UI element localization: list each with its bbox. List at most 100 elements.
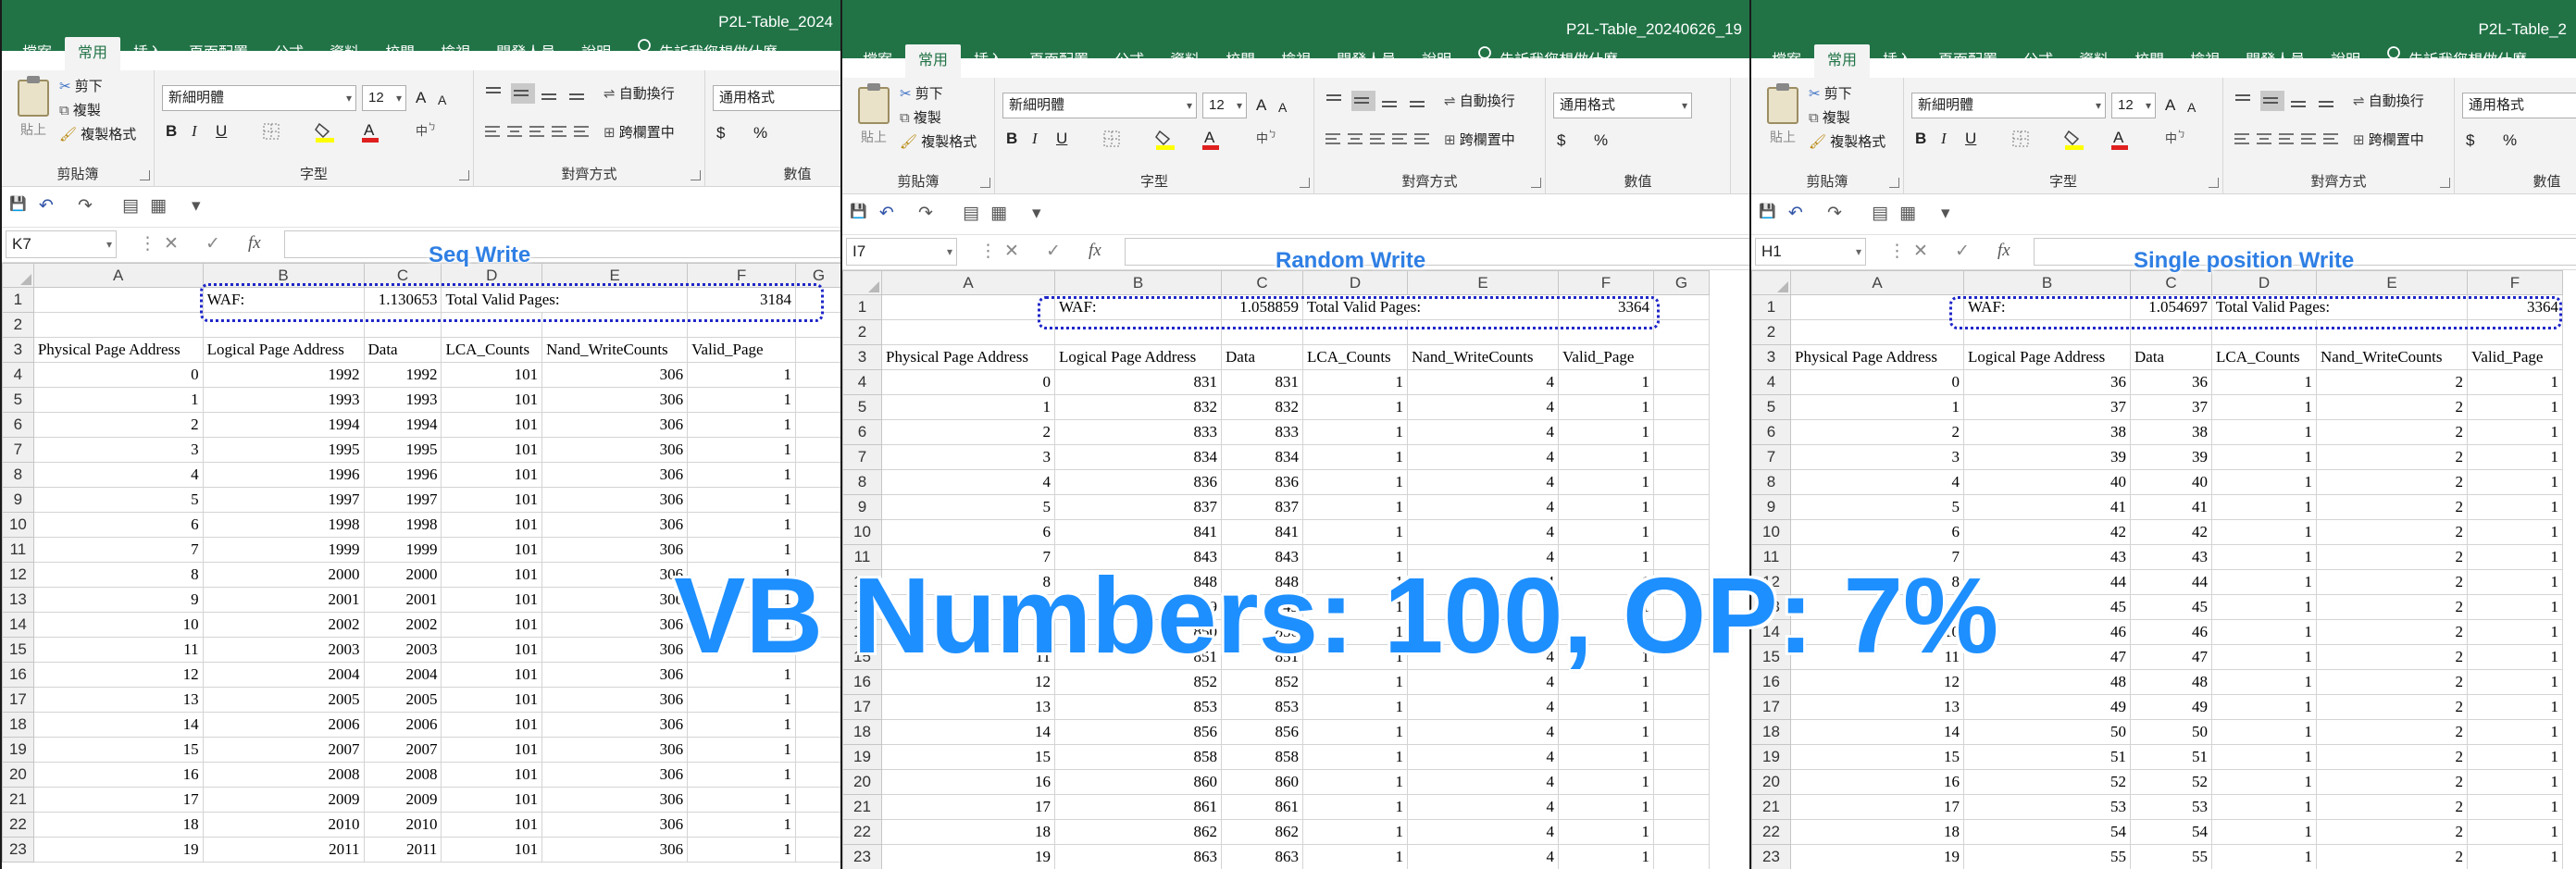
name-box[interactable]: K7 <box>6 230 117 258</box>
font-size-select[interactable]: 12 <box>2111 93 2156 118</box>
fill-color-icon[interactable] <box>2063 128 2087 150</box>
table-cell[interactable]: 52 <box>1963 769 2131 795</box>
table-cell[interactable]: 1993 <box>363 387 442 413</box>
tab-8[interactable]: 開發人員 <box>2233 44 2318 78</box>
table-header-cell[interactable]: Physical Page Address <box>1790 344 1964 370</box>
table-cell[interactable]: 101 <box>441 437 543 463</box>
table-cell[interactable]: 306 <box>541 587 689 613</box>
tell-me-search[interactable]: 告訴我您想做什麼 <box>2373 44 2527 78</box>
undo-icon[interactable]: ↶ <box>39 195 54 217</box>
row-header[interactable]: 18 <box>1751 719 1791 745</box>
cut-button[interactable]: ✂ 剪下 <box>1809 83 1852 103</box>
table-cell[interactable]: 2 <box>2316 469 2468 495</box>
table-cell[interactable]: 1 <box>2467 444 2563 470</box>
bold-button[interactable]: B <box>166 120 177 143</box>
table-cell[interactable]: 4 <box>881 469 1055 495</box>
align-middle-icon[interactable] <box>1351 91 1375 111</box>
increase-indent-icon[interactable] <box>2321 130 2346 150</box>
redo-icon[interactable]: ↷ <box>78 195 93 217</box>
select-all-corner[interactable] <box>1751 270 1791 295</box>
table-cell[interactable]: 1 <box>1558 694 1654 720</box>
row-header[interactable]: 12 <box>2 562 34 588</box>
row-header[interactable]: 18 <box>2 712 34 738</box>
table-cell[interactable]: 841 <box>1221 519 1303 545</box>
row-header[interactable]: 16 <box>2 662 34 688</box>
table-cell[interactable]: 54 <box>2130 819 2212 845</box>
table-cell[interactable]: 1 <box>2467 794 2563 820</box>
phonetic-icon[interactable]: 中ㄅ <box>416 120 440 141</box>
table-icon[interactable]: ▦ <box>150 195 167 217</box>
decrease-indent-icon[interactable] <box>2299 130 2323 150</box>
table-cell[interactable]: 2 <box>2316 769 2468 795</box>
copy-button[interactable]: ⧉ 複製 <box>900 107 941 127</box>
table-cell[interactable]: 2002 <box>363 612 442 638</box>
column-header[interactable]: D <box>1302 270 1408 295</box>
row-header[interactable]: 23 <box>1751 844 1791 869</box>
underline-button[interactable]: U <box>1056 128 1067 150</box>
orientation-icon[interactable] <box>1407 91 1431 111</box>
table-cell[interactable]: 16 <box>1790 769 1964 795</box>
table-cell[interactable]: 1 <box>2211 644 2317 670</box>
table-cell[interactable]: 0 <box>32 362 204 388</box>
table-cell[interactable]: 39 <box>1963 444 2131 470</box>
table-cell[interactable]: 856 <box>1221 719 1303 745</box>
table-cell[interactable]: 1 <box>2211 819 2317 845</box>
table-cell[interactable]: 5 <box>1790 494 1964 520</box>
table-cell[interactable]: 306 <box>541 712 689 738</box>
table-cell[interactable]: 101 <box>441 487 543 513</box>
table-cell[interactable]: 837 <box>1221 494 1303 520</box>
table-header-cell[interactable]: Logical Page Address <box>1963 344 2131 370</box>
underline-button[interactable]: U <box>1965 128 1976 150</box>
table-cell[interactable]: 1 <box>2467 544 2563 570</box>
align-bottom-icon[interactable] <box>539 83 563 104</box>
cell[interactable] <box>795 437 842 463</box>
cell[interactable] <box>1653 469 1710 495</box>
font-color-icon[interactable]: A <box>2109 128 2134 150</box>
table-cell[interactable]: 2 <box>881 419 1055 445</box>
table-cell[interactable]: 1996 <box>363 462 442 488</box>
table-cell[interactable]: 13 <box>881 694 1055 720</box>
insert-function-button[interactable]: fx <box>248 233 261 254</box>
row-header[interactable]: 8 <box>1751 469 1791 495</box>
cell[interactable] <box>795 687 842 713</box>
table-cell[interactable]: 853 <box>1054 694 1222 720</box>
tab-2[interactable]: 插入 <box>961 44 1016 78</box>
table-cell[interactable]: 834 <box>1221 444 1303 470</box>
table-cell[interactable]: 1 <box>2467 619 2563 645</box>
table-cell[interactable]: 2000 <box>202 562 365 588</box>
formula-input[interactable] <box>284 230 842 258</box>
cell[interactable] <box>32 287 204 313</box>
table-cell[interactable]: 1 <box>2467 594 2563 620</box>
orientation-icon[interactable] <box>566 83 591 104</box>
table-cell[interactable]: 1 <box>687 412 797 438</box>
insert-function-button[interactable]: fx <box>1089 241 1101 261</box>
table-cell[interactable]: 2 <box>2316 669 2468 695</box>
tab-3[interactable]: 頁面配置 <box>1925 44 2010 78</box>
table-cell[interactable]: 1 <box>2467 694 2563 720</box>
tab-9[interactable]: 說明 <box>568 37 624 70</box>
merge-center-button[interactable]: ⊞ 跨欄置中 <box>2353 130 2424 152</box>
table-cell[interactable]: 306 <box>541 462 689 488</box>
row-header[interactable]: 5 <box>1751 394 1791 420</box>
row-header[interactable]: 15 <box>2 637 34 663</box>
table-cell[interactable]: 1 <box>687 812 797 838</box>
table-cell[interactable]: 55 <box>1963 844 2131 869</box>
table-cell[interactable]: 2 <box>2316 794 2468 820</box>
column-header[interactable]: D <box>2211 270 2317 295</box>
cell[interactable] <box>795 712 842 738</box>
table-cell[interactable]: 306 <box>541 537 689 563</box>
table-cell[interactable]: 1 <box>1558 744 1654 770</box>
tab-9[interactable]: 說明 <box>1409 44 1464 78</box>
column-header[interactable]: A <box>881 270 1055 295</box>
cell[interactable] <box>881 319 1055 345</box>
table-cell[interactable]: 856 <box>1054 719 1222 745</box>
table-cell[interactable]: 14 <box>32 712 204 738</box>
table-cell[interactable]: 836 <box>1221 469 1303 495</box>
cell[interactable] <box>795 512 842 538</box>
cell[interactable] <box>795 837 842 863</box>
table-cell[interactable]: 306 <box>541 662 689 688</box>
table-cell[interactable]: 2000 <box>363 562 442 588</box>
table-cell[interactable]: 2 <box>2316 844 2468 869</box>
copy-button[interactable]: ⧉ 複製 <box>59 100 101 119</box>
row-header[interactable]: 7 <box>2 437 34 463</box>
